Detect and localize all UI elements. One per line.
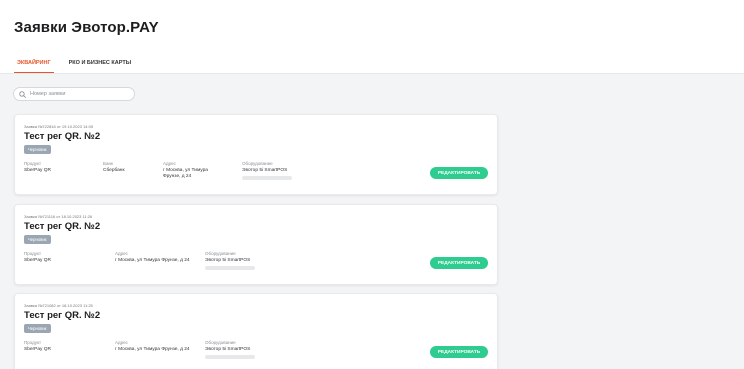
address-value: г Москва, ул Тимура Фрунзе, д 24: [163, 168, 208, 179]
status-badge: Черновик: [24, 145, 51, 154]
equipment-field: Оборудование Эвотор 5i SmartPOS: [205, 251, 285, 270]
application-title: Тест рег QR. №2: [24, 310, 101, 321]
product-label: Продукт: [24, 340, 42, 345]
product-label: Продукт: [24, 251, 42, 256]
product-label: Продукт: [24, 161, 42, 166]
edit-button[interactable]: РЕДАКТИРОВАТЬ: [430, 346, 488, 358]
equipment-value: Эвотор 5i SmartPOS: [205, 347, 251, 352]
application-card: Заявка №721116 от 18.10.2023 11:26 Тест …: [14, 204, 498, 285]
equipment-label: Оборудование: [205, 251, 236, 256]
product-field: Продукт SberPay QR: [24, 340, 84, 353]
application-title: Тест рег QR. №2: [24, 131, 101, 142]
tabs: ЭКВАЙРИНГ РКО И БИЗНЕС КАРТЫ: [14, 58, 146, 74]
header: Заявки Эвотор.PAY ЭКВАЙРИНГ РКО И БИЗНЕС…: [0, 0, 744, 74]
address-label: Адрес: [115, 251, 128, 256]
address-value: г Москва, ул Тимура Фрунзе, д 24: [115, 258, 190, 263]
product-field: Продукт SberPay QR: [24, 251, 84, 264]
equipment-field: Оборудование Эвотор 5i SmartPOS: [205, 340, 285, 359]
application-card: Заявка №722816 от 19.10.2023 14:05 Тест …: [14, 114, 498, 195]
product-value: SberPay QR: [24, 168, 51, 173]
product-value: SberPay QR: [24, 347, 51, 352]
status-badge: Черновик: [24, 235, 51, 244]
application-meta: Заявка №721116 от 18.10.2023 11:26: [24, 214, 93, 219]
application-card: Заявка №721082 от 18.10.2023 11:25 Тест …: [14, 293, 498, 369]
address-field: Адрес г Москва, ул Тимура Фрунзе, д 24: [163, 161, 225, 180]
address-label: Адрес: [163, 161, 176, 166]
bank-label: Банк: [103, 161, 113, 166]
blurred-serial: [242, 176, 292, 180]
tab-acquiring[interactable]: ЭКВАЙРИНГ: [14, 58, 54, 74]
equipment-field: Оборудование Эвотор 5i SmartPOS: [242, 161, 322, 180]
blurred-serial: [205, 266, 255, 270]
application-title: Тест рег QR. №2: [24, 221, 101, 232]
product-value: SberPay QR: [24, 258, 51, 263]
page-title: Заявки Эвотор.PAY: [14, 19, 159, 36]
address-field: Адрес г Москва, ул Тимура Фрунзе, д 24: [115, 251, 200, 264]
equipment-value: Эвотор 5i SmartPOS: [205, 258, 251, 263]
status-badge: Черновик: [24, 324, 51, 333]
address-value: г Москва, ул Тимура Фрунзе, д 24: [115, 347, 190, 352]
equipment-label: Оборудование: [242, 161, 273, 166]
edit-button[interactable]: РЕДАКТИРОВАТЬ: [430, 167, 488, 179]
bank-field: Банк Сбербанк: [103, 161, 153, 174]
equipment-label: Оборудование: [205, 340, 236, 345]
search-box[interactable]: [13, 87, 135, 101]
bank-value: Сбербанк: [103, 168, 125, 173]
search-icon: [19, 90, 26, 98]
application-meta: Заявка №722816 от 19.10.2023 14:05: [24, 124, 94, 129]
application-meta: Заявка №721082 от 18.10.2023 11:25: [24, 303, 93, 308]
blurred-serial: [205, 355, 255, 359]
address-field: Адрес г Москва, ул Тимура Фрунзе, д 24: [115, 340, 200, 353]
equipment-value: Эвотор 5i SmartPOS: [242, 168, 288, 173]
address-label: Адрес: [115, 340, 128, 345]
main-content: Заявка №722816 от 19.10.2023 14:05 Тест …: [0, 74, 744, 369]
tab-rko-business-cards[interactable]: РКО И БИЗНЕС КАРТЫ: [66, 58, 134, 74]
edit-button[interactable]: РЕДАКТИРОВАТЬ: [430, 257, 488, 269]
search-input[interactable]: [30, 91, 130, 97]
product-field: Продукт SberPay QR: [24, 161, 84, 174]
